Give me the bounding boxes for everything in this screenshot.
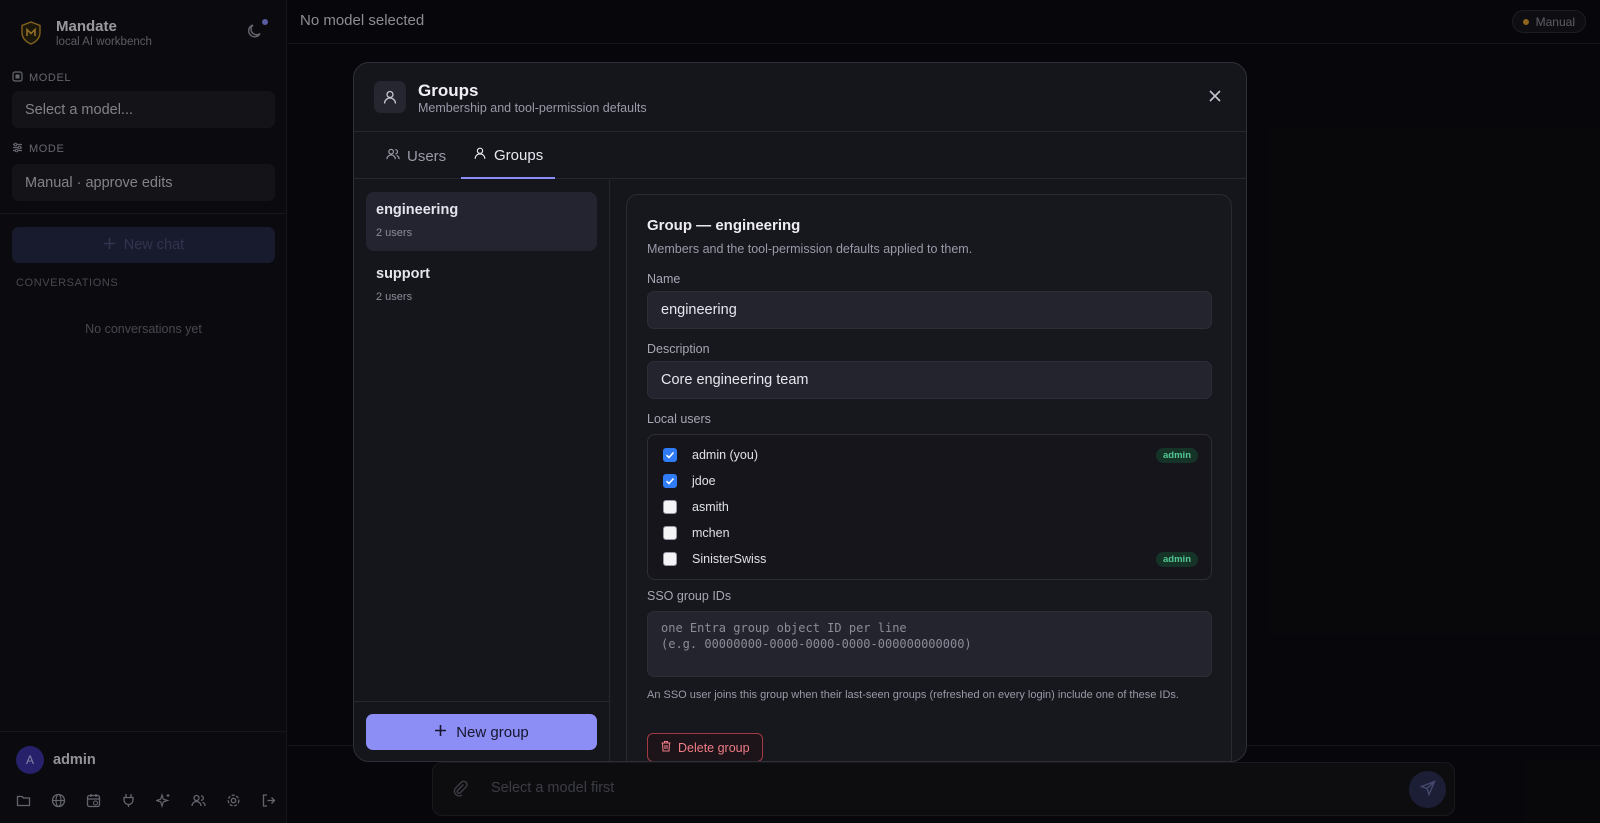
group-detail-panel: Group — engineering Members and the tool… bbox=[626, 194, 1232, 761]
user-icon bbox=[374, 81, 406, 113]
member-checkbox[interactable] bbox=[663, 552, 677, 566]
user-row-mchen[interactable]: mchen bbox=[663, 523, 1198, 543]
user-name: jdoe bbox=[692, 474, 716, 488]
groups-modal: Groups Membership and tool-permission de… bbox=[353, 62, 1247, 762]
user-icon bbox=[473, 146, 487, 164]
user-name: mchen bbox=[692, 526, 730, 540]
trash-icon bbox=[660, 740, 672, 755]
sso-help-text: An SSO user joins this group when their … bbox=[647, 689, 1179, 701]
modal-header: Groups Membership and tool-permission de… bbox=[354, 63, 1246, 132]
group-list-footer: New group bbox=[354, 701, 610, 761]
tab-users[interactable]: Users bbox=[374, 133, 458, 179]
group-name: support bbox=[376, 266, 430, 282]
user-name: admin (you) bbox=[692, 448, 758, 462]
member-checkbox[interactable] bbox=[663, 500, 677, 514]
user-row-asmith[interactable]: asmith bbox=[663, 497, 1198, 517]
users-icon bbox=[386, 147, 400, 165]
user-name: asmith bbox=[692, 500, 729, 514]
member-checkbox[interactable] bbox=[663, 448, 677, 462]
admin-badge: admin bbox=[1156, 551, 1198, 567]
modal-tabs: Users Groups bbox=[354, 133, 1246, 179]
modal-title: Groups bbox=[418, 81, 479, 100]
member-checkbox[interactable] bbox=[663, 526, 677, 540]
delete-group-button[interactable]: Delete group bbox=[647, 733, 763, 761]
name-label: Name bbox=[647, 272, 681, 286]
local-users-list: admin (you) admin jdoe asmith mchen Sini… bbox=[647, 434, 1212, 580]
sso-group-ids-textarea[interactable]: one Entra group object ID per line (e.g.… bbox=[647, 611, 1212, 677]
user-row-sinisterswiss[interactable]: SinisterSwiss admin bbox=[663, 549, 1198, 569]
group-list: engineering 2 users support 2 users New … bbox=[354, 180, 610, 761]
detail-subtitle: Members and the tool-permission defaults… bbox=[647, 242, 973, 256]
sso-label: SSO group IDs bbox=[647, 589, 732, 603]
plus-icon bbox=[434, 724, 447, 741]
group-name: engineering bbox=[376, 202, 459, 218]
group-count: 2 users bbox=[376, 291, 413, 303]
description-input[interactable]: Core engineering team bbox=[647, 361, 1212, 399]
new-group-button[interactable]: New group bbox=[366, 714, 597, 750]
group-item-support[interactable]: support 2 users bbox=[366, 256, 597, 315]
close-icon[interactable] bbox=[1206, 87, 1224, 105]
local-users-label: Local users bbox=[647, 412, 711, 426]
group-item-engineering[interactable]: engineering 2 users bbox=[366, 192, 597, 251]
admin-badge: admin bbox=[1156, 447, 1198, 463]
user-row-admin[interactable]: admin (you) admin bbox=[663, 445, 1198, 465]
user-row-jdoe[interactable]: jdoe bbox=[663, 471, 1198, 491]
description-label: Description bbox=[647, 342, 710, 356]
user-name: SinisterSwiss bbox=[692, 552, 767, 566]
group-count: 2 users bbox=[376, 227, 413, 239]
member-checkbox[interactable] bbox=[663, 474, 677, 488]
name-input[interactable]: engineering bbox=[647, 291, 1212, 329]
detail-title: Group — engineering bbox=[647, 217, 801, 234]
modal-subtitle: Membership and tool-permission defaults bbox=[418, 101, 647, 115]
tab-groups[interactable]: Groups bbox=[461, 133, 556, 179]
